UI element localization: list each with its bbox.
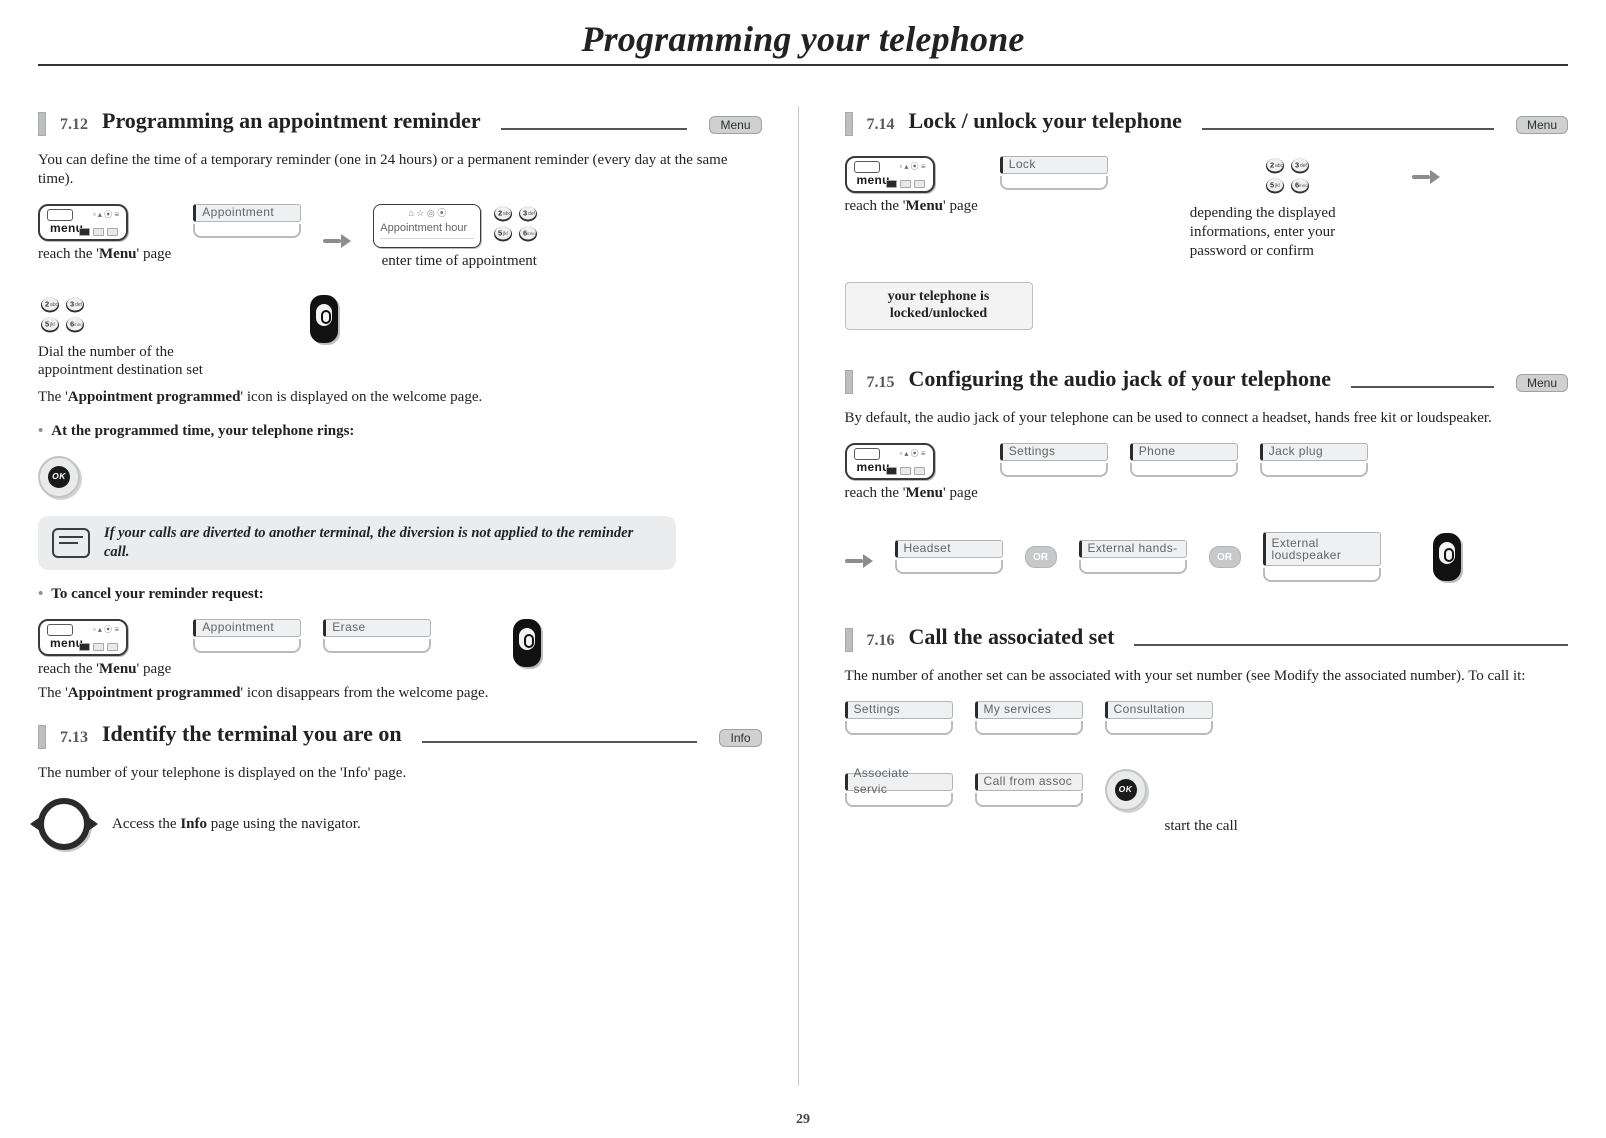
result-box: your telephone is locked/unlocked (845, 282, 1033, 330)
section-heading-7-16: 7.16 Call the associated set (845, 624, 1569, 652)
softkey-jack-plug: Jack plug (1260, 443, 1368, 477)
arrow-right-icon (845, 552, 873, 570)
section-heading-7-12: 7.12 Programming an appointment reminder… (38, 108, 762, 136)
section-body-7-14: ▫ ▴ ⦿ ≡ menu reach the 'Menu' page Lock … (845, 156, 1569, 330)
tab-pill-menu: Menu (1516, 374, 1568, 392)
bullet-phone-rings: At the programmed time, your telephone r… (38, 422, 762, 441)
softkey-phone: Phone (1130, 443, 1238, 477)
section-body-7-16: The number of another set can be associa… (845, 667, 1569, 836)
bullet-cancel-reminder: To cancel your reminder request: (38, 585, 762, 604)
caption-enter-time: enter time of appointment (382, 252, 537, 271)
softkey-settings: Settings (1000, 443, 1108, 477)
softkey-external-loudspeaker: External loudspeaker (1263, 532, 1381, 582)
navigator-ring-icon (38, 798, 90, 850)
right-column: 7.14 Lock / unlock your telephone Menu ▫… (839, 106, 1569, 1086)
tab-pill-info: Info (719, 729, 761, 747)
left-column: 7.12 Programming an appointment reminder… (38, 106, 799, 1086)
section-title: Configuring the audio jack of your telep… (909, 366, 1332, 394)
softkey-external-handsfree: External hands- (1079, 540, 1187, 574)
caption-reach-menu: reach the 'Menu' page (38, 245, 171, 264)
note-box: If your calls are diverted to another te… (38, 516, 676, 570)
section-body-7-15: By default, the audio jack of your telep… (845, 409, 1569, 583)
section-title: Identify the terminal you are on (102, 721, 402, 749)
section-heading-7-14: 7.14 Lock / unlock your telephone Menu (845, 108, 1569, 136)
caption-enter-password: depending the displayed informations, en… (1190, 204, 1390, 260)
arrow-right-icon (1412, 168, 1440, 186)
tab-pill-menu: Menu (1516, 116, 1568, 134)
softkey-my-services: My services (975, 701, 1083, 735)
intro-text: The number of another set can be associa… (845, 667, 1569, 686)
intro-text: By default, the audio jack of your telep… (845, 409, 1569, 428)
text-appt-icon-displayed: The 'Appointment programmed' icon is dis… (38, 388, 762, 407)
lcd-display-icon: ⌂ ☆ ◎ ⦿ Appointment hour (373, 204, 481, 248)
softkey-settings: Settings (845, 701, 953, 735)
menu-display-icon: ▫ ▴ ⦿ ≡ menu (845, 443, 935, 480)
page: Programming your telephone 7.12 Programm… (0, 0, 1606, 1138)
section-body-7-13: The number of your telephone is displaye… (38, 764, 762, 850)
softkey-consultation: Consultation (1105, 701, 1213, 735)
ok-button-icon: OK (1105, 769, 1147, 811)
chapter-title: Programming your telephone (38, 18, 1568, 66)
text-appt-icon-disappears: The 'Appointment programmed' icon disapp… (38, 684, 762, 703)
caption-reach-menu: reach the 'Menu' page (38, 660, 171, 679)
dialpad-keys-icon (491, 204, 545, 248)
softkey-lock: Lock (1000, 156, 1108, 190)
menu-display-icon: ▫ ▴ ⦿ ≡ menu (38, 204, 128, 241)
menu-display-icon: ▫ ▴ ⦿ ≡ menu (38, 619, 128, 656)
intro-text: The number of your telephone is displaye… (38, 764, 762, 783)
softkey-appointment: Appointment (193, 619, 301, 653)
section-title: Call the associated set (909, 624, 1115, 652)
softkey-appointment: Appointment (193, 204, 301, 238)
menu-display-icon: ▫ ▴ ⦿ ≡ menu (845, 156, 935, 193)
section-number: 7.14 (867, 116, 895, 136)
section-title: Programming an appointment reminder (102, 108, 481, 136)
dialpad-keys-icon (1263, 156, 1317, 200)
handset-icon (513, 619, 541, 667)
softkey-headset: Headset (895, 540, 1003, 574)
dialpad-keys-icon (38, 295, 92, 339)
caption-access-info: Access the Info page using the navigator… (112, 815, 361, 834)
section-number: 7.12 (60, 116, 88, 136)
handset-icon (1433, 533, 1461, 581)
tab-pill-menu: Menu (709, 116, 761, 134)
or-pill: OR (1209, 546, 1241, 568)
section-number: 7.13 (60, 729, 88, 749)
page-number: 29 (0, 1112, 1606, 1128)
note-text: If your calls are diverted to another te… (104, 524, 662, 562)
softkey-erase: Erase (323, 619, 431, 653)
note-icon (52, 528, 90, 558)
section-number: 7.15 (867, 374, 895, 394)
section-number: 7.16 (867, 632, 895, 652)
caption-dial-number: Dial the number of the appointment desti… (38, 343, 208, 381)
section-heading-7-13: 7.13 Identify the terminal you are on In… (38, 721, 762, 749)
caption-reach-menu: reach the 'Menu' page (845, 197, 978, 216)
two-column-layout: 7.12 Programming an appointment reminder… (38, 106, 1568, 1086)
arrow-right-icon (323, 232, 351, 250)
caption-start-call: start the call (1165, 817, 1569, 836)
section-title: Lock / unlock your telephone (909, 108, 1182, 136)
intro-text: You can define the time of a temporary r… (38, 151, 762, 189)
softkey-call-from-assoc: Call from assoc (975, 773, 1083, 807)
section-body-7-12: You can define the time of a temporary r… (38, 151, 762, 703)
ok-button-icon: OK (38, 456, 80, 498)
or-pill: OR (1025, 546, 1057, 568)
caption-reach-menu: reach the 'Menu' page (845, 484, 978, 503)
handset-icon (310, 295, 338, 343)
section-heading-7-15: 7.15 Configuring the audio jack of your … (845, 366, 1569, 394)
softkey-associate-services: Associate servic (845, 773, 953, 807)
